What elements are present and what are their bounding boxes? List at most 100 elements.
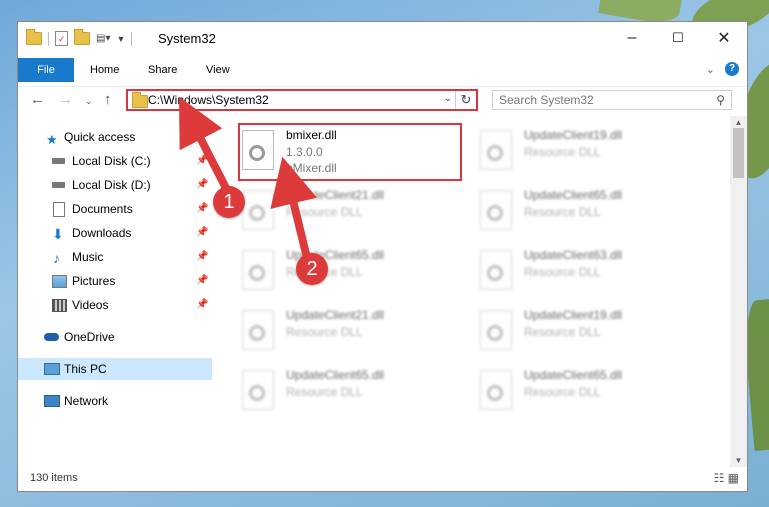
gear-icon bbox=[487, 205, 503, 221]
sidebar-item-label: Local Disk (D:) bbox=[72, 178, 151, 192]
pin-icon[interactable]: 📌 bbox=[196, 198, 208, 220]
callout-badge-2: 2 bbox=[296, 253, 328, 285]
pin-icon[interactable]: 📌 bbox=[196, 174, 208, 196]
file-item[interactable]: UpdateClient65.dll Resource DLL bbox=[476, 184, 696, 240]
dll-file-icon bbox=[480, 190, 512, 230]
vertical-scrollbar[interactable]: ▲ ▼ bbox=[730, 116, 747, 467]
quick-access-toolbar: ✓ ▤▾ ▼ bbox=[26, 29, 133, 46]
tab-view[interactable]: View bbox=[192, 58, 244, 82]
tab-file[interactable]: File bbox=[18, 58, 74, 82]
dll-file-icon bbox=[242, 250, 274, 290]
back-arrow-icon[interactable]: ← bbox=[30, 91, 45, 108]
sidebar-item-documents[interactable]: Documents 📌 bbox=[18, 198, 212, 220]
file-item[interactable]: UpdateClient65.dll Resource DLL bbox=[238, 244, 458, 300]
file-description: Resource DLL bbox=[524, 145, 601, 159]
properties-icon[interactable]: ✓ bbox=[55, 31, 68, 46]
file-description: Resource DLL bbox=[524, 265, 601, 279]
sidebar-item-pictures[interactable]: Pictures 📌 bbox=[18, 270, 212, 292]
chevron-down-icon[interactable]: ⌄ bbox=[444, 93, 452, 104]
maximize-button[interactable]: ☐ bbox=[655, 22, 701, 54]
dll-file-icon bbox=[480, 130, 512, 170]
file-name: UpdateClient65.dll bbox=[524, 368, 623, 382]
sidebar-item-onedrive[interactable]: OneDrive bbox=[18, 326, 212, 348]
sidebar-item-quick-access[interactable]: ★ Quick access bbox=[18, 126, 212, 148]
file-item[interactable]: UpdateClient65.dll Resource DLL bbox=[238, 364, 458, 420]
sidebar-item-music[interactable]: ♪ Music 📌 bbox=[18, 246, 212, 268]
dll-file-icon bbox=[242, 370, 274, 410]
file-item[interactable]: UpdateClient19.dll Resource DLL bbox=[476, 304, 696, 360]
file-name: UpdateClient65.dll bbox=[286, 368, 385, 382]
sidebar-item-local-disk-c[interactable]: Local Disk (C:) 📌 bbox=[18, 150, 212, 172]
pin-icon[interactable]: 📌 bbox=[196, 246, 208, 268]
scroll-up-icon[interactable]: ▲ bbox=[730, 118, 747, 127]
cloud-icon bbox=[44, 333, 59, 341]
address-path[interactable]: C:\Windows\System32 bbox=[148, 93, 269, 107]
search-placeholder: Search System32 bbox=[499, 93, 594, 107]
file-item[interactable]: UpdateClient21.dll Resource DLL bbox=[238, 184, 458, 240]
navigation-pane: ★ Quick access Local Disk (C:) 📌 Local D… bbox=[18, 122, 212, 467]
new-folder-icon[interactable] bbox=[74, 29, 90, 45]
refresh-icon[interactable]: ↻ bbox=[455, 91, 476, 109]
folder-icon[interactable] bbox=[26, 29, 42, 45]
sidebar-item-label: Downloads bbox=[72, 226, 132, 240]
scroll-down-icon[interactable]: ▼ bbox=[730, 456, 747, 465]
dll-file-icon bbox=[480, 250, 512, 290]
download-icon: ⬇ bbox=[52, 226, 64, 242]
dll-file-icon bbox=[242, 310, 274, 350]
dll-file-icon bbox=[242, 190, 274, 230]
title-bar: ✓ ▤▾ ▼ System32 – ☐ ✕ bbox=[18, 22, 747, 54]
chevron-down-icon[interactable]: ▼ bbox=[116, 34, 125, 44]
folder-icon bbox=[132, 92, 148, 108]
up-arrow-icon[interactable]: ↑ bbox=[104, 91, 112, 108]
sidebar-item-label: Music bbox=[72, 250, 104, 264]
sidebar-item-downloads[interactable]: ⬇ Downloads 📌 bbox=[18, 222, 212, 244]
gear-icon bbox=[487, 385, 503, 401]
file-name: UpdateClient19.dll bbox=[524, 308, 623, 322]
gear-icon bbox=[487, 325, 503, 341]
pictures-icon bbox=[52, 275, 67, 288]
tab-home[interactable]: Home bbox=[76, 58, 133, 82]
gear-icon bbox=[249, 205, 265, 221]
file-item[interactable]: UpdateClient65.dll Resource DLL bbox=[476, 364, 696, 420]
sidebar-item-videos[interactable]: Videos 📌 bbox=[18, 294, 212, 316]
scrollbar-thumb[interactable] bbox=[733, 128, 744, 178]
file-name: UpdateClient63.dll bbox=[524, 248, 623, 262]
view-toggle-icons[interactable]: ☷ ▦ bbox=[714, 471, 739, 485]
gear-icon bbox=[487, 265, 503, 281]
computer-icon bbox=[44, 363, 60, 375]
sidebar-item-network[interactable]: Network bbox=[18, 390, 212, 412]
close-button[interactable]: ✕ bbox=[701, 22, 747, 54]
gear-icon bbox=[249, 325, 265, 341]
callout-badge-1: 1 bbox=[213, 186, 245, 218]
gear-icon bbox=[249, 385, 265, 401]
search-icon[interactable]: ⚲ bbox=[716, 91, 725, 109]
expand-ribbon-icon[interactable]: ⌄ bbox=[706, 63, 715, 76]
file-item[interactable]: UpdateClient63.dll Resource DLL bbox=[476, 244, 696, 300]
file-description: Resource DLL bbox=[524, 205, 601, 219]
pin-icon[interactable]: 📌 bbox=[196, 150, 208, 172]
videos-icon bbox=[52, 299, 67, 312]
recent-locations-chevron-icon[interactable]: ⌄ bbox=[85, 96, 93, 107]
sidebar-item-this-pc[interactable]: This PC bbox=[18, 358, 212, 380]
file-item[interactable]: UpdateClient21.dll Resource DLL bbox=[238, 304, 458, 360]
minimize-button[interactable]: – bbox=[609, 22, 655, 54]
file-name: UpdateClient21.dll bbox=[286, 188, 385, 202]
sidebar-item-label: Pictures bbox=[72, 274, 116, 288]
search-input[interactable]: Search System32 ⚲ bbox=[492, 90, 732, 110]
file-description: Resource DLL bbox=[286, 325, 363, 339]
pin-icon[interactable]: 📌 bbox=[196, 270, 208, 292]
file-name: UpdateClient21.dll bbox=[286, 308, 385, 322]
customize-toolbar-icon[interactable]: ▤▾ bbox=[96, 33, 110, 44]
tab-share[interactable]: Share bbox=[134, 58, 191, 82]
pin-icon[interactable]: 📌 bbox=[196, 294, 208, 316]
sidebar-item-label: This PC bbox=[64, 362, 107, 376]
sidebar-item-label: Network bbox=[64, 394, 109, 408]
dll-file-icon bbox=[480, 310, 512, 350]
forward-arrow-icon[interactable]: → bbox=[58, 91, 73, 108]
address-bar[interactable]: C:\Windows\System32 ⌄ ↻ bbox=[126, 89, 478, 111]
drive-icon bbox=[52, 182, 65, 188]
file-item[interactable]: UpdateClient19.dll Resource DLL bbox=[476, 124, 696, 180]
pin-icon[interactable]: 📌 bbox=[196, 222, 208, 244]
help-icon[interactable]: ? bbox=[725, 62, 739, 76]
sidebar-item-local-disk-d[interactable]: Local Disk (D:) 📌 bbox=[18, 174, 212, 196]
